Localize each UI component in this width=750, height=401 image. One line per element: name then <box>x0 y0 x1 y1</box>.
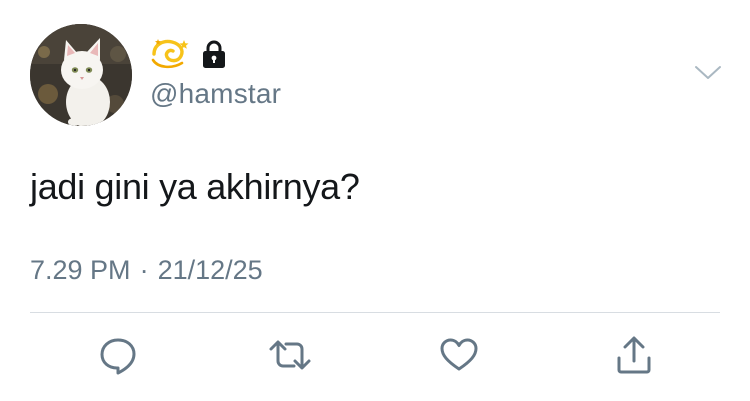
tweet-time: 7.29 PM <box>30 255 131 285</box>
tweet-date: 21/12/25 <box>157 255 263 285</box>
share-button[interactable] <box>609 332 659 382</box>
reply-button[interactable] <box>93 332 143 382</box>
avatar[interactable] <box>30 24 132 126</box>
reply-icon <box>97 334 139 381</box>
heart-icon <box>438 334 480 381</box>
divider <box>30 312 720 313</box>
tweet-card: @hamstar jadi gini ya akhirnya? 7.29 PM … <box>0 0 750 401</box>
lock-icon <box>202 39 226 74</box>
tweet-timestamp: 7.29 PM · 21/12/25 <box>30 255 263 286</box>
retweet-icon <box>267 334 313 381</box>
tweet-text: jadi gini ya akhirnya? <box>30 166 360 207</box>
dizzy-emoji-icon <box>150 38 190 75</box>
tweet-actions <box>0 332 750 382</box>
chevron-down-icon[interactable] <box>694 62 722 84</box>
white-cat-avatar-image <box>30 24 132 126</box>
display-name <box>150 38 226 74</box>
timestamp-separator: · <box>139 255 149 285</box>
user-handle[interactable]: @hamstar <box>150 78 281 110</box>
like-button[interactable] <box>434 332 484 382</box>
share-icon <box>613 334 655 381</box>
retweet-button[interactable] <box>265 332 315 382</box>
